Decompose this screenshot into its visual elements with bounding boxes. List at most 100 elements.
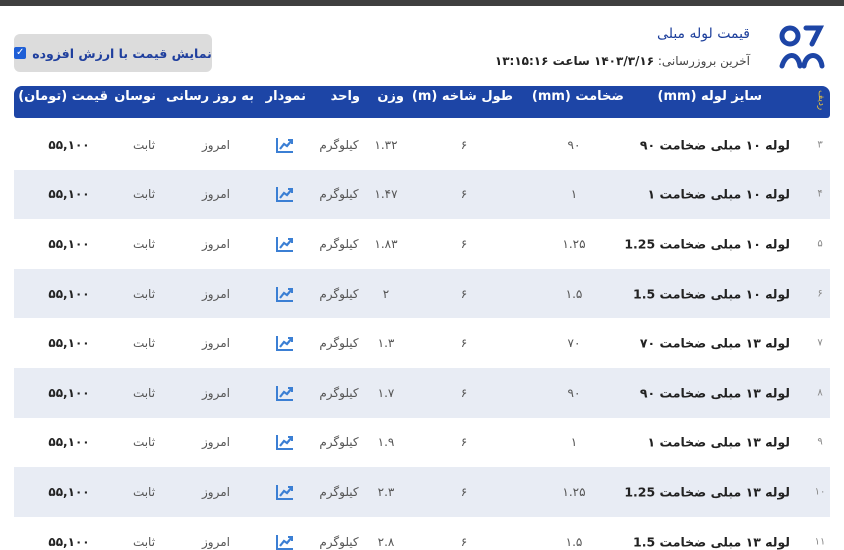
price-value: ۵۵,۱۰۰: [48, 385, 90, 400]
fluctuation-value: ثابت: [132, 286, 156, 301]
weight-value: ۱.۴۷: [374, 187, 398, 202]
thickness-value: ۱: [570, 435, 578, 450]
top-bar: [0, 0, 844, 6]
price-value: ۵۵,۱۰۰: [48, 336, 90, 351]
length-value: ۶: [460, 187, 468, 202]
updated-value: امروز: [202, 286, 230, 301]
chart-line-icon[interactable]: [272, 434, 294, 451]
table-row: ۱۰ لوله ۱۳ مبلی ضخامت 1.25 ۱.۲۵ ۶ ۲.۳ کی…: [14, 467, 830, 517]
length-value: ۶: [460, 336, 468, 351]
updated-value: امروز: [202, 534, 230, 549]
chart-line-icon[interactable]: [272, 484, 294, 500]
weight-value: ۲.۸: [377, 534, 395, 549]
chart-line-icon[interactable]: [272, 137, 294, 153]
price-value: ۵۵,۱۰۰: [48, 435, 90, 450]
row-number: ۳: [817, 139, 823, 151]
product-name: لوله ۱۳ مبلی ضخامت ۹۰: [639, 385, 790, 401]
price-value: ۵۵,۱۰۰: [48, 484, 90, 499]
vat-checkbox[interactable]: ✓: [14, 47, 27, 59]
length-value: ۶: [460, 286, 468, 301]
unit-value: کیلوگرم: [319, 336, 359, 351]
vat-checkbox-label: نمایش قیمت با ارزش افزوده: [32, 45, 212, 61]
thickness-value: ۱.۵: [565, 534, 583, 549]
thickness-value: ۹۰: [567, 385, 581, 400]
updated-value: امروز: [202, 385, 230, 400]
fluctuation-value: ثابت: [132, 336, 156, 351]
last-updated-label: آخرین بروزرسانی:: [657, 54, 750, 68]
weight-value: ۱.۳۲: [374, 137, 398, 152]
chart-line-icon[interactable]: [272, 186, 294, 203]
chart-line-icon[interactable]: [272, 335, 294, 352]
col-weight: وزن: [377, 89, 404, 104]
price-value: ۵۵,۱۰۰: [48, 534, 90, 549]
thickness-value: ۷۰: [567, 336, 581, 351]
length-value: ۶: [460, 484, 468, 499]
table-row: ۴ لوله ۱۰ مبلی ضخامت ۱ ۱ ۶ ۱.۴۷ کیلوگرم …: [14, 169, 830, 220]
unit-value: کیلوگرم: [319, 187, 359, 202]
price-value: ۵۵,۱۰۰: [48, 187, 90, 202]
chart-line-icon[interactable]: [272, 534, 294, 550]
length-value: ۶: [460, 236, 468, 251]
table-header: ردیف سایز لوله (mm) ضخامت (mm) طول شاخه …: [14, 86, 830, 118]
updated-value: امروز: [202, 137, 230, 152]
weight-value: ۲.۳: [377, 484, 395, 499]
chart-line-icon[interactable]: [272, 385, 294, 401]
price-value: ۵۵,۱۰۰: [48, 137, 90, 152]
col-chart: نمودار: [265, 89, 306, 104]
col-price: قیمت (تومان): [18, 89, 108, 104]
table-row: ۸ لوله ۱۳ مبلی ضخامت ۹۰ ۹۰ ۶ ۱.۷ کیلوگرم…: [14, 367, 830, 418]
row-number: ۱۰: [814, 486, 826, 498]
brand-logo: [776, 22, 828, 74]
updated-value: امروز: [202, 435, 230, 450]
row-number: ۵: [817, 238, 823, 250]
fluctuation-value: ثابت: [132, 385, 156, 400]
table-row: ۶ لوله ۱۰ مبلی ضخامت 1.5 ۱.۵ ۶ ۲ کیلوگرم…: [14, 268, 830, 319]
vat-price-toggle[interactable]: نمایش قیمت با ارزش افزوده ✓: [14, 34, 212, 72]
weight-value: ۱.۸۳: [374, 236, 398, 251]
length-value: ۶: [460, 435, 468, 450]
product-name: لوله ۱۳ مبلی ضخامت ۷۰: [639, 335, 790, 351]
price-value: ۵۵,۱۰۰: [48, 236, 90, 251]
product-name: لوله ۱۰ مبلی ضخامت 1.5: [633, 286, 790, 302]
unit-value: کیلوگرم: [319, 484, 359, 499]
product-name: لوله ۱۳ مبلی ضخامت 1.5: [633, 534, 790, 550]
updated-value: امروز: [202, 236, 230, 251]
col-fluctuation: نوسان: [114, 89, 156, 104]
col-rownum: ردیف: [816, 90, 826, 111]
fluctuation-value: ثابت: [132, 484, 156, 499]
chart-line-icon[interactable]: [272, 236, 294, 252]
page-title: قیمت لوله مبلی: [657, 26, 750, 42]
row-number: ۱۱: [814, 536, 826, 548]
col-updated: به روز رسانی: [165, 89, 254, 104]
unit-value: کیلوگرم: [319, 137, 359, 152]
unit-value: کیلوگرم: [319, 286, 359, 301]
table-row: ۳ لوله ۱۰ مبلی ضخامت ۹۰ ۹۰ ۶ ۱.۳۲ کیلوگر…: [14, 120, 830, 170]
length-value: ۶: [460, 385, 468, 400]
unit-value: کیلوگرم: [319, 435, 359, 450]
product-name: لوله ۱۰ مبلی ضخامت 1.25: [624, 236, 790, 252]
fluctuation-value: ثابت: [132, 236, 156, 251]
length-value: ۶: [460, 534, 468, 549]
thickness-value: ۱.۵: [565, 286, 583, 301]
row-number: ۹: [817, 436, 823, 448]
row-number: ۸: [817, 387, 823, 399]
price-table-body: ۳ لوله ۱۰ مبلی ضخامت ۹۰ ۹۰ ۶ ۱.۳۲ کیلوگر…: [14, 120, 830, 550]
col-unit: واحد: [330, 89, 360, 104]
thickness-value: ۱.۲۵: [562, 484, 586, 499]
price-value: ۵۵,۱۰۰: [48, 286, 90, 301]
table-row: ۵ لوله ۱۰ مبلی ضخامت 1.25 ۱.۲۵ ۶ ۱.۸۳ کی…: [14, 219, 830, 269]
col-length: طول شاخه (m): [411, 89, 513, 104]
last-updated-value: ۱۴۰۳/۳/۱۶ ساعت ۱۳:۱۵:۱۶: [494, 54, 655, 68]
last-updated: آخرین بروزرسانی: ۱۴۰۳/۳/۱۶ ساعت ۱۳:۱۵:۱۶: [495, 54, 750, 68]
length-value: ۶: [460, 137, 468, 152]
row-number: ۶: [817, 288, 823, 300]
chart-line-icon[interactable]: [272, 286, 294, 302]
row-number: ۴: [817, 188, 823, 200]
product-name: لوله ۱۰ مبلی ضخامت ۱: [647, 186, 790, 202]
table-row: ۷ لوله ۱۳ مبلی ضخامت ۷۰ ۷۰ ۶ ۱.۳ کیلوگرم…: [14, 318, 830, 368]
weight-value: ۱.۹: [377, 435, 395, 450]
thickness-value: ۱: [570, 187, 578, 202]
updated-value: امروز: [202, 484, 230, 499]
weight-value: ۲: [382, 286, 390, 301]
fluctuation-value: ثابت: [132, 435, 156, 450]
